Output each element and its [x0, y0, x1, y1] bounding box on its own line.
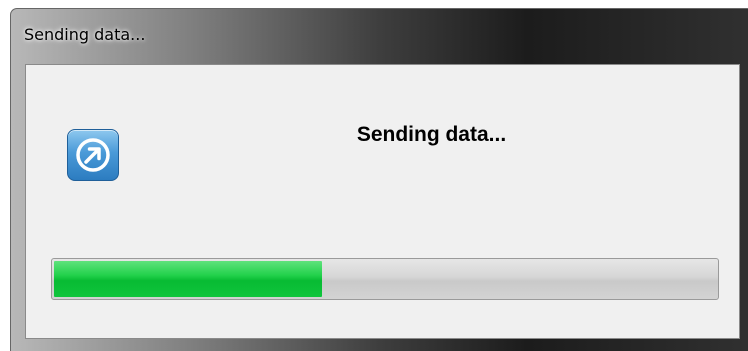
progress-bar: [51, 258, 719, 300]
title-bar[interactable]: Sending data...: [11, 9, 748, 61]
progress-bar-fill: [54, 261, 322, 297]
window-title: Sending data...: [24, 25, 146, 44]
dialog-window: Sending data... Sending data...: [10, 8, 748, 351]
dialog-content: Sending data...: [25, 64, 740, 339]
status-message: Sending data...: [356, 123, 507, 146]
